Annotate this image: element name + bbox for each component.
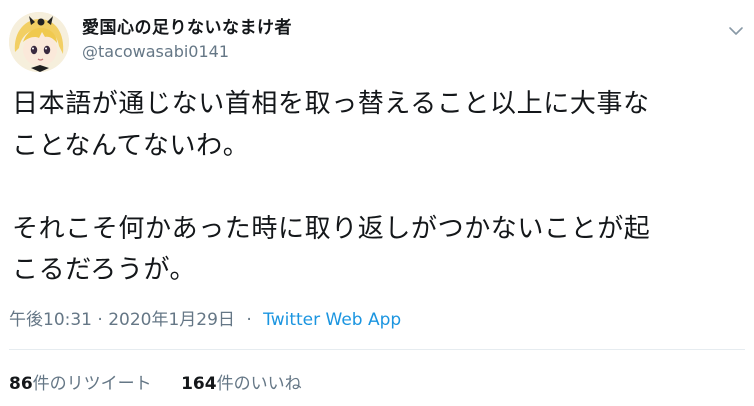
tweet-text-line: こるだろうが。 (12, 255, 197, 285)
tweet-timestamp[interactable]: 午後10:31 · 2020年1月29日 (9, 310, 235, 330)
tweet-meta: 午後10:31 · 2020年1月29日 · Twitter Web App (9, 305, 401, 330)
likes-count: 164 (181, 374, 217, 394)
retweets-stat[interactable]: 86件のリツイート (9, 374, 157, 394)
likes-stat[interactable]: 164件のいいね (181, 374, 302, 394)
divider (9, 349, 745, 350)
likes-label: 件のいいね (216, 374, 302, 394)
tweet-text: 日本語が通じない首相を取っ替えること以上に大事な ことなんてないわ。 それこそ何… (12, 84, 748, 292)
chevron-down-icon[interactable] (728, 22, 744, 35)
user-handle[interactable]: @tacowasabi0141 (82, 42, 229, 61)
tweet-text-line: ことなんてないわ。 (12, 130, 250, 161)
tweet-stats: 86件のリツイート 164件のいいね (9, 369, 302, 394)
tweet-text-line: 日本語が通じない首相を取っ替えること以上に大事な (12, 89, 650, 119)
avatar[interactable] (9, 12, 69, 72)
display-name[interactable]: 愛国心の足りないなまけ者 (82, 13, 292, 38)
meta-separator: · (246, 310, 252, 330)
tweet-text-line: それこそ何かあった時に取り返しがつかないことが起 (12, 213, 651, 244)
avatar-image (9, 12, 69, 72)
retweets-count: 86 (9, 374, 33, 394)
source-app-link[interactable]: Twitter Web App (263, 310, 401, 330)
retweets-label: 件のリツイート (32, 374, 152, 394)
